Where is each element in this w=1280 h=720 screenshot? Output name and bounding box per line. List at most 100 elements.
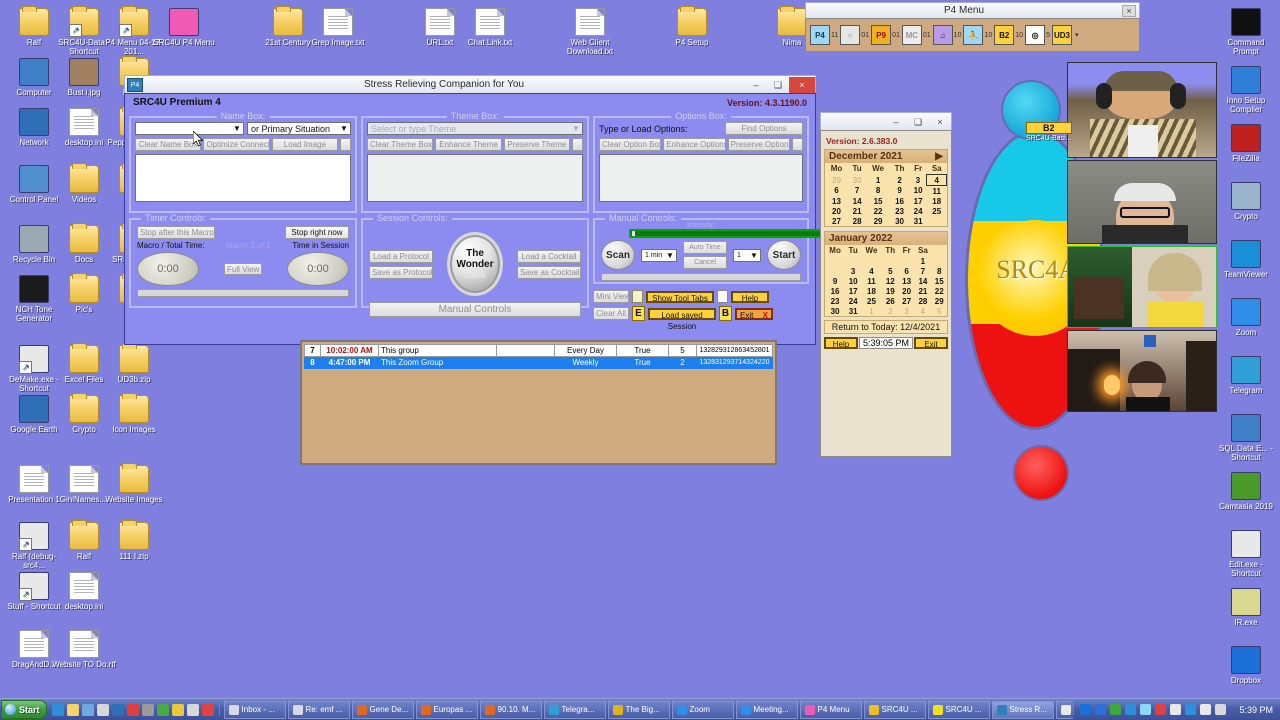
duration-combo[interactable]: 1 min ▼ xyxy=(641,248,677,262)
calendar-day-cell[interactable]: 31 xyxy=(909,216,927,226)
desktop-icon-camtasia-2019[interactable]: Camtasia 2019 xyxy=(1214,472,1278,511)
calendar-day-cell[interactable]: 7 xyxy=(914,266,931,276)
webcam-tile-3[interactable] xyxy=(1067,246,1217,328)
volume-icon[interactable] xyxy=(1170,704,1182,715)
desktop-icon-crypto[interactable]: Crypto xyxy=(1214,182,1278,221)
maximize-button[interactable]: ❑ xyxy=(767,77,789,93)
blue-icon[interactable] xyxy=(111,703,124,716)
desktop-icon-grep-image-txt[interactable]: Grep Image.txt xyxy=(306,8,370,47)
desktop-icon-chat-link-txt[interactable]: Chat Link.txt xyxy=(458,8,522,47)
desktop-icon-edit-exe-shortcut[interactable]: Edit.exe - Shortcut xyxy=(1214,530,1278,578)
calendar-day-cell[interactable]: 9 xyxy=(825,276,845,286)
calendar-exit-button[interactable]: Exit xyxy=(914,337,948,349)
calendar-titlebar[interactable]: – ❑ × xyxy=(820,112,952,130)
calendar-day-cell[interactable]: 29 xyxy=(825,175,848,186)
desktop-icon-ud3b-zip[interactable]: UD3b.zip xyxy=(102,343,166,384)
text-icon[interactable] xyxy=(186,703,199,716)
load-saved-session-button[interactable]: Load saved Session xyxy=(648,307,716,331)
calendar-day-cell[interactable]: 12 xyxy=(882,276,899,286)
note-icon[interactable] xyxy=(632,290,643,303)
calendar-maximize-button[interactable]: ❑ xyxy=(907,114,929,130)
calendar-day-cell[interactable]: 3 xyxy=(899,306,915,316)
name-combo[interactable]: ▼ xyxy=(135,122,244,135)
green-icon[interactable] xyxy=(156,703,169,716)
desktop-icon-web-client-download-txt[interactable]: Web Client Download.txt xyxy=(558,8,622,56)
monitor-icon[interactable] xyxy=(1125,704,1137,715)
more-options-button[interactable] xyxy=(339,138,351,151)
p4-menu-titlebar[interactable]: P4 Menu × xyxy=(805,2,1140,18)
network-globe-icon[interactable] xyxy=(1185,704,1197,715)
p4-menu-item[interactable]: P9 01 xyxy=(871,25,900,45)
calendar-day-cell[interactable]: 10 xyxy=(909,186,927,197)
taskbar-button[interactable]: Meeting... xyxy=(735,700,798,719)
taskbar-button[interactable]: SRC4U ... xyxy=(927,700,990,719)
keyboard-icon[interactable] xyxy=(1215,704,1227,715)
calendar-day-cell[interactable]: 26 xyxy=(882,296,899,306)
desktop-icon-command-prompt[interactable]: Command Prompt xyxy=(1214,8,1278,56)
calendar-day-cell[interactable]: 30 xyxy=(825,306,845,316)
calendar-day-cell[interactable]: 24 xyxy=(909,206,927,216)
save-cocktail-button[interactable]: Save as Cocktail xyxy=(517,265,581,279)
calendar-day-cell[interactable]: 25 xyxy=(861,296,882,306)
schedule-table[interactable]: 7 10:02:00 AM This group Every Day True 5 1328… xyxy=(304,344,773,369)
calendar-close-button[interactable]: × xyxy=(929,114,951,130)
name-box-list[interactable] xyxy=(135,154,351,202)
calendar-day-cell[interactable]: 23 xyxy=(890,206,909,216)
scan-button[interactable]: Scan xyxy=(601,240,635,270)
p4-menu-item[interactable]: ⛹ 10 xyxy=(963,25,992,45)
p4-menu-item[interactable]: MC 01 xyxy=(901,25,931,45)
webcam-tile-1[interactable] xyxy=(1067,62,1217,158)
preserve-options-button[interactable]: Preserve Options xyxy=(727,138,790,151)
enhance-options-button[interactable]: Enhance Options xyxy=(663,138,726,151)
red-icon[interactable] xyxy=(126,703,139,716)
calendar-day-cell[interactable]: 23 xyxy=(825,296,845,306)
start-button[interactable]: Start xyxy=(1,700,47,719)
calendar-minimize-button[interactable]: – xyxy=(885,114,907,130)
calendar-day-cell[interactable]: 4 xyxy=(914,306,931,316)
calendar-month2-grid[interactable]: Mo Tu We Th Fr Sa 1 3 4 5 6 7 8 9 10 11 12 13 14 15 16 17 18 1… xyxy=(825,245,947,316)
taskbar-button[interactable]: Gene De... xyxy=(351,700,414,719)
calendar-day-cell[interactable]: 8 xyxy=(931,266,947,276)
return-to-today[interactable]: Return to Today: 12/4/2021 xyxy=(824,320,948,334)
p4-menu-close-icon[interactable]: × xyxy=(1122,4,1136,17)
webcam-tile-4[interactable] xyxy=(1067,330,1217,412)
p4-menu-item[interactable]: ♫ 10 xyxy=(932,25,961,45)
p4-menu-dropdown-arrow-icon[interactable]: ▾ xyxy=(1075,31,1079,39)
desktop-icon-inno-setup-compiler[interactable]: Inno Setup Compiler xyxy=(1214,66,1278,114)
repeat-combo[interactable]: 1 ▼ xyxy=(733,248,761,262)
mini-view-button[interactable]: Mini View xyxy=(593,290,629,303)
letter-e-button[interactable]: E xyxy=(632,306,645,321)
calendar-day-cell[interactable]: 28 xyxy=(848,216,866,226)
desktop-icon-sql-data-e-shortcut[interactable]: SQL Data E... - Shortcut xyxy=(1214,414,1278,462)
calendar-day-cell[interactable] xyxy=(899,256,915,266)
stop-right-now-button[interactable]: Stop right now xyxy=(285,226,349,239)
calendar-day-cell[interactable] xyxy=(927,216,947,226)
calendar-day-cell[interactable]: 29 xyxy=(931,296,947,306)
calendar-day-cell[interactable]: 18 xyxy=(927,196,947,206)
next-month-arrow-icon[interactable]: ▶ xyxy=(935,151,943,162)
manual-controls-button[interactable]: Manual Controls xyxy=(369,302,581,317)
taskbar-button[interactable]: Zoom xyxy=(671,700,734,719)
sync-icon[interactable] xyxy=(1140,704,1152,715)
calendar-day-cell[interactable]: 11 xyxy=(861,276,882,286)
calendar-day-cell[interactable]: 14 xyxy=(848,196,866,206)
optimize-connection-button[interactable]: Optimize Connection xyxy=(203,138,270,151)
stop-after-macro-button[interactable]: Stop after this Macro xyxy=(137,226,215,239)
calendar-window[interactable]: – ❑ × Version: 2.6.383.0 December 2021 ▶… xyxy=(820,112,952,457)
calendar-day-cell[interactable]: 3 xyxy=(845,266,861,276)
taskbar-button[interactable]: Re: emf ... xyxy=(287,700,350,719)
flag-icon[interactable] xyxy=(1200,704,1212,715)
taskbar-button[interactable]: Inbox - ... xyxy=(223,700,286,719)
app-icon[interactable] xyxy=(96,703,109,716)
close-button[interactable]: × xyxy=(789,76,815,93)
dropbox-icon[interactable] xyxy=(1080,704,1092,715)
calendar-day-cell[interactable]: 17 xyxy=(845,286,861,296)
letter-b-button[interactable]: B xyxy=(719,306,732,321)
desktop-icon-zoom[interactable]: Zoom xyxy=(1214,298,1278,337)
security-icon[interactable] xyxy=(1155,704,1167,715)
calendar-day-cell[interactable]: 6 xyxy=(825,186,848,197)
calendar-day-cell[interactable]: 21 xyxy=(848,206,866,216)
calendar-day-cell[interactable]: 30 xyxy=(848,175,866,186)
calendar-day-cell[interactable]: 27 xyxy=(825,216,848,226)
desktop-icon-telegram[interactable]: Telegram xyxy=(1214,356,1278,395)
